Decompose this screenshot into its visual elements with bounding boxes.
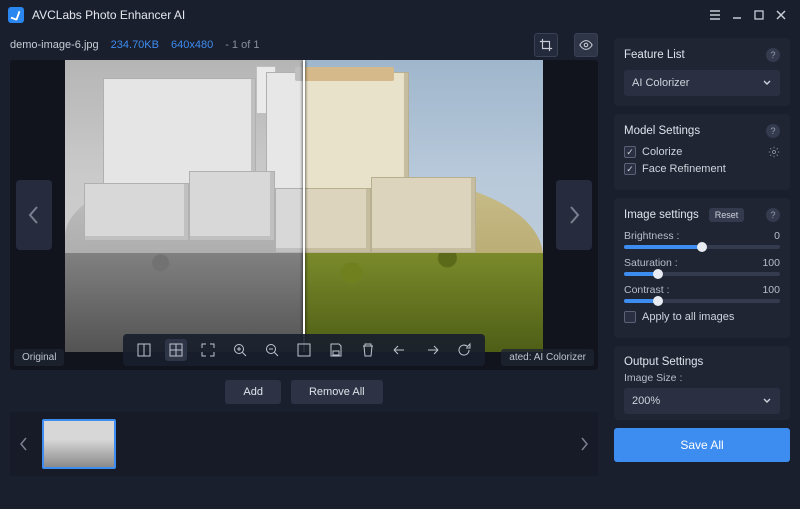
menu-button[interactable] [704, 4, 726, 26]
face-refinement-label: Face Refinement [642, 163, 726, 175]
side-panel: Feature List ? AI Colorizer Model Settin… [608, 30, 800, 509]
feature-select[interactable]: AI Colorizer [624, 70, 780, 96]
maximize-button[interactable] [748, 4, 770, 26]
apply-all-checkbox[interactable] [624, 311, 636, 323]
image-size-label: Image Size : [624, 372, 780, 384]
thumb-prev-button[interactable] [14, 412, 34, 476]
thumbnail-strip [10, 412, 598, 476]
image-viewer: Original ated: AI Colorizer [10, 60, 598, 370]
layout-single-icon[interactable] [133, 339, 155, 361]
image-settings-panel: Image settings Reset ? Brightness : 0 Sat… [614, 198, 790, 338]
file-index: - 1 of 1 [225, 39, 259, 51]
refresh-icon[interactable] [453, 339, 475, 361]
brightness-label: Brightness : [624, 230, 679, 242]
action-row: Add Remove All [10, 370, 598, 412]
undo-icon[interactable] [389, 339, 411, 361]
titlebar: AVCLabs Photo Enhancer AI [0, 0, 800, 30]
help-icon[interactable]: ? [766, 124, 780, 138]
image-size-select[interactable]: 200% [624, 388, 780, 414]
feature-list-panel: Feature List ? AI Colorizer [614, 38, 790, 106]
file-name: demo-image-6.jpg [10, 39, 99, 51]
image-size-value: 200% [632, 395, 660, 407]
chevron-down-icon [762, 396, 772, 406]
delete-icon[interactable] [357, 339, 379, 361]
compare-divider[interactable] [303, 60, 305, 352]
saturation-value: 100 [762, 257, 780, 269]
prev-image-button[interactable] [16, 180, 52, 250]
minimize-button[interactable] [726, 4, 748, 26]
save-all-button[interactable]: Save All [614, 428, 790, 462]
image-settings-title: Image settings [624, 209, 699, 221]
zoom-out-icon[interactable] [261, 339, 283, 361]
colorize-gear-icon[interactable] [768, 146, 780, 158]
preview-button[interactable] [574, 33, 598, 57]
zoom-in-icon[interactable] [229, 339, 251, 361]
saturation-label: Saturation : [624, 257, 678, 269]
fit-screen-icon[interactable] [197, 339, 219, 361]
crop-button[interactable] [534, 33, 558, 57]
file-dimensions: 640x480 [171, 39, 213, 51]
model-settings-panel: Model Settings ? Colorize Face Refinemen… [614, 114, 790, 190]
thumbnail-item[interactable] [42, 419, 116, 469]
output-settings-panel: Output Settings Image Size : 200% [614, 346, 790, 420]
chevron-down-icon [762, 78, 772, 88]
help-icon[interactable]: ? [766, 208, 780, 222]
contrast-value: 100 [762, 284, 780, 296]
reset-button[interactable]: Reset [709, 208, 745, 222]
save-all-label: Save All [680, 438, 723, 452]
layout-split-icon[interactable] [165, 339, 187, 361]
help-icon[interactable]: ? [766, 48, 780, 62]
brightness-slider[interactable]: Brightness : 0 [624, 230, 780, 249]
output-settings-title: Output Settings [624, 356, 703, 368]
app-title: AVCLabs Photo Enhancer AI [32, 8, 185, 22]
redo-icon[interactable] [421, 339, 443, 361]
feature-list-title: Feature List [624, 49, 685, 61]
file-info-bar: demo-image-6.jpg 234.70KB 640x480 - 1 of… [10, 30, 598, 60]
actual-size-icon[interactable] [293, 339, 315, 361]
next-image-button[interactable] [556, 180, 592, 250]
saturation-slider[interactable]: Saturation : 100 [624, 257, 780, 276]
close-button[interactable] [770, 4, 792, 26]
main-area: demo-image-6.jpg 234.70KB 640x480 - 1 of… [0, 30, 608, 509]
brightness-value: 0 [774, 230, 780, 242]
app-logo-icon [8, 7, 24, 23]
apply-all-label: Apply to all images [642, 311, 734, 323]
contrast-slider[interactable]: Contrast : 100 [624, 284, 780, 303]
save-image-icon[interactable] [325, 339, 347, 361]
feature-select-value: AI Colorizer [632, 77, 689, 89]
file-size: 234.70KB [111, 39, 159, 51]
colorize-label: Colorize [642, 146, 682, 158]
contrast-label: Contrast : [624, 284, 670, 296]
remove-all-button[interactable]: Remove All [291, 380, 383, 404]
output-badge: ated: AI Colorizer [501, 349, 594, 366]
face-refinement-checkbox[interactable] [624, 163, 636, 175]
add-button[interactable]: Add [225, 380, 281, 404]
thumb-next-button[interactable] [574, 412, 594, 476]
colorize-checkbox[interactable] [624, 146, 636, 158]
viewer-toolbar [123, 334, 485, 366]
model-settings-title: Model Settings [624, 125, 700, 137]
original-badge: Original [14, 349, 64, 366]
